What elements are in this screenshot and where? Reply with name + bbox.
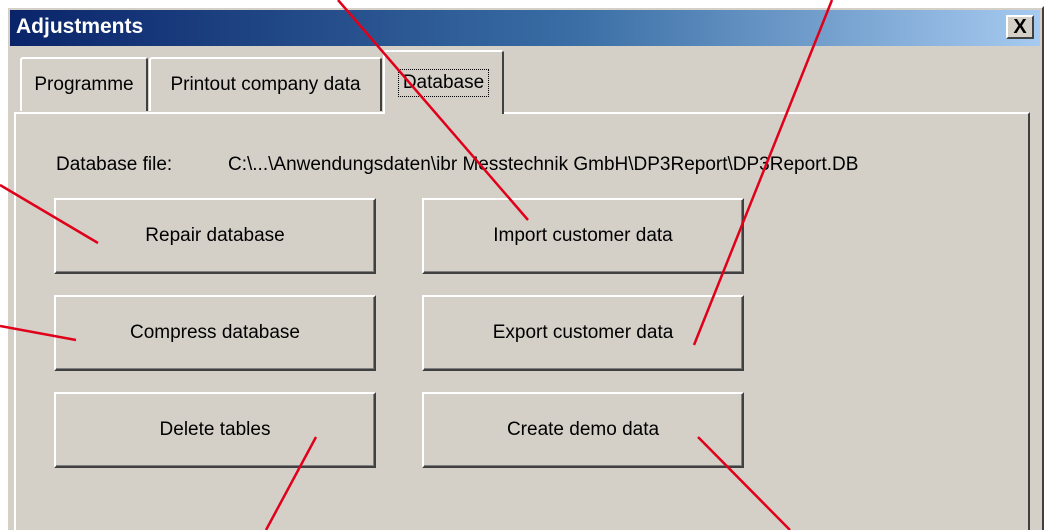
export-customer-data-button[interactable]: Export customer data: [422, 295, 744, 371]
window-title: Adjustments: [16, 15, 144, 38]
button-label: Delete tables: [159, 419, 271, 440]
title-bar[interactable]: Adjustments X: [10, 10, 1040, 46]
repair-database-button[interactable]: Repair database: [54, 198, 376, 274]
import-customer-data-button[interactable]: Import customer data: [422, 198, 744, 274]
close-icon: X: [1013, 15, 1027, 38]
create-demo-data-button[interactable]: Create demo data: [422, 392, 744, 468]
button-label: Import customer data: [493, 225, 673, 246]
close-button[interactable]: X: [1006, 15, 1034, 39]
database-file-path: C:\...\Anwendungsdaten\ibr Messtechnik G…: [228, 154, 859, 175]
database-file-label: Database file:: [56, 154, 173, 175]
button-label: Create demo data: [506, 419, 660, 440]
tab-programme[interactable]: Programme: [20, 57, 148, 111]
tab-label: Programme: [34, 74, 134, 95]
tab-database[interactable]: Database: [383, 50, 504, 114]
tab-label: Database: [397, 69, 490, 97]
tab-label: Printout company data: [170, 74, 361, 95]
tab-printout-company-data[interactable]: Printout company data: [149, 57, 382, 111]
button-label: Compress database: [129, 322, 301, 343]
delete-tables-button[interactable]: Delete tables: [54, 392, 376, 468]
compress-database-button[interactable]: Compress database: [54, 295, 376, 371]
button-label: Repair database: [145, 225, 285, 246]
button-label: Export customer data: [492, 322, 674, 343]
